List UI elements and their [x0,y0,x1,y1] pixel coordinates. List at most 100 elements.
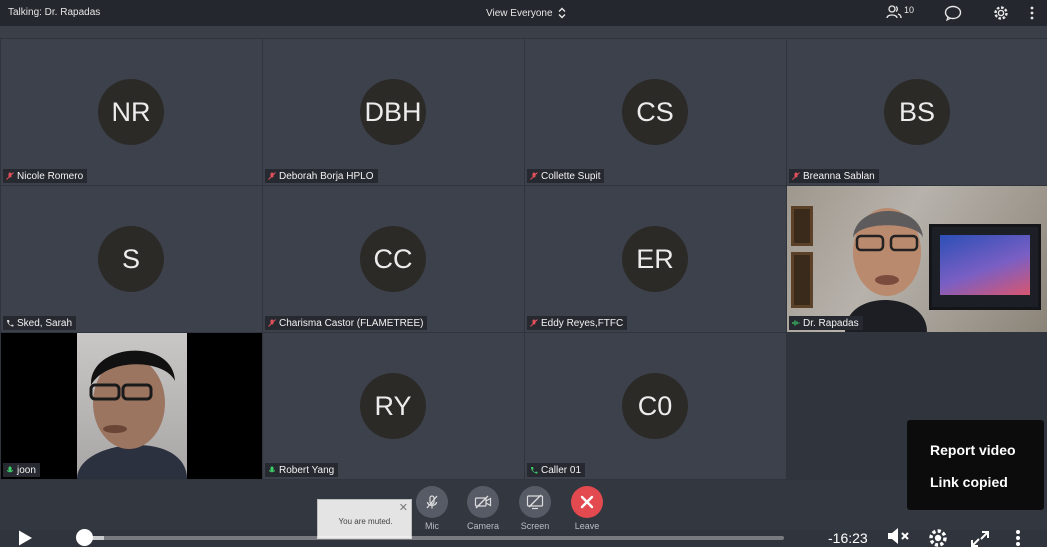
up-down-chevron-icon [558,7,566,19]
mic-muted-icon [6,172,14,180]
avatar: RY [360,373,426,439]
people-icon [886,5,902,19]
avatar: CS [622,79,688,145]
participant-tile[interactable]: CS Collette Supit [525,39,786,185]
camera-button-circle[interactable] [467,486,499,518]
participants-button[interactable]: 10 [886,4,914,20]
talking-indicator: Talking: Dr. Rapadas [8,7,101,18]
mic-muted-icon [268,172,276,180]
screen-label: Screen [520,521,550,531]
mic-off-icon [426,495,438,509]
participant-tile[interactable]: NR Nicole Romero [1,39,262,185]
toast-close-icon[interactable]: ✕ [399,501,408,514]
player-more-icon[interactable] [1014,529,1022,547]
participant-name: joon [17,464,36,476]
participant-name: Eddy Reyes,FTFC [541,317,624,329]
phone-icon [531,467,538,474]
toast-text: You are muted. [338,517,393,526]
participant-label: Collette Supit [527,169,605,183]
participant-name: Charisma Castor (FLAMETREE) [279,317,424,329]
mic-muted-icon [530,172,538,180]
background-tv [929,224,1041,310]
chat-icon[interactable] [944,5,962,21]
screen-share-off-icon [526,494,544,510]
leave-button-circle[interactable] [571,486,603,518]
video-context-menu: Report video Link copied [907,420,1044,510]
screen-share-button[interactable]: Screen [515,486,555,531]
mic-button-circle[interactable] [416,486,448,518]
participant-tile[interactable]: BS Breanna Sablan [787,39,1047,185]
top-bar: Talking: Dr. Rapadas View Everyone 10 [0,0,1047,26]
participant-count: 10 [904,5,915,15]
participant-video-tile[interactable]: joon [1,333,262,479]
screen-button-circle[interactable] [519,486,551,518]
participant-video-tile[interactable]: Dr. Rapadas [787,186,1047,332]
participant-name: Caller 01 [541,464,582,476]
leave-button[interactable]: Leave [567,486,607,531]
participant-tile[interactable]: DBH Deborah Borja HPLO [263,39,524,185]
meeting-app: Talking: Dr. Rapadas View Everyone 10 NR… [0,0,1047,547]
mic-button[interactable]: Mic [412,486,452,531]
wall-frame [791,252,813,308]
participant-name: Collette Supit [541,170,601,182]
participant-name: Dr. Rapadas [803,317,859,329]
menu-item-report-video[interactable]: Report video [930,442,1016,458]
mic-on-icon [269,466,275,473]
avatar: BS [884,79,950,145]
participant-tile[interactable]: CC Charisma Castor (FLAMETREE) [263,186,524,332]
progress-track[interactable] [84,536,784,540]
close-icon [580,495,594,509]
participant-label: Eddy Reyes,FTFC [527,316,628,330]
participant-label: Dr. Rapadas [789,316,863,330]
participant-label: Charisma Castor (FLAMETREE) [265,316,428,330]
avatar: CC [360,226,426,292]
view-selector-label: View Everyone [486,7,553,19]
avatar: NR [98,79,164,145]
mic-muted-icon [792,172,800,180]
person-silhouette [845,208,927,332]
participant-label: Deborah Borja HPLO [265,169,378,183]
camera-button[interactable]: Camera [463,486,503,531]
expand-icon[interactable] [970,530,990,547]
progress-handle[interactable] [76,529,93,546]
volume-muted-icon[interactable] [886,525,912,547]
video-feed [1,333,262,479]
video-feed [787,186,1047,332]
avatar: ER [622,226,688,292]
person-silhouette [77,350,187,479]
camera-label: Camera [466,521,499,531]
participant-tile[interactable]: S Sked, Sarah [1,186,262,332]
view-selector[interactable]: View Everyone [486,7,567,19]
mic-muted-icon [530,319,538,327]
participant-tile[interactable]: RY Robert Yang [263,333,524,479]
wall-frame [791,206,813,246]
settings-gear-icon[interactable] [992,4,1010,22]
mic-label: Mic [425,521,439,531]
participant-tile[interactable]: C0 Caller 01 [525,333,786,479]
participant-name: Nicole Romero [17,170,84,182]
muted-toast: ✕ You are muted. [317,499,412,539]
participant-label: Sked, Sarah [3,316,77,330]
menu-item-link-copied[interactable]: Link copied [930,474,1008,490]
mic-muted-icon [268,319,276,327]
participant-tile[interactable]: ER Eddy Reyes,FTFC [525,186,786,332]
avatar: C0 [622,373,688,439]
time-remaining: -16:23 [828,530,868,546]
speaking-icon [792,320,800,326]
more-vertical-icon[interactable] [1029,5,1035,21]
participant-name: Breanna Sablan [803,170,875,182]
participant-label: Nicole Romero [3,169,88,183]
phone-icon [7,320,14,327]
play-icon[interactable] [16,529,34,547]
leave-label: Leave [574,521,600,531]
participant-name: Robert Yang [279,464,335,476]
participant-name: Sked, Sarah [17,317,73,329]
camera-off-icon [474,495,492,509]
mic-on-icon [7,466,13,473]
player-settings-gear-icon[interactable] [926,527,950,547]
avatar: S [98,226,164,292]
avatar: DBH [360,79,426,145]
participant-label: joon [3,463,40,477]
header-strip [0,26,1047,38]
participant-label: Breanna Sablan [789,169,879,183]
